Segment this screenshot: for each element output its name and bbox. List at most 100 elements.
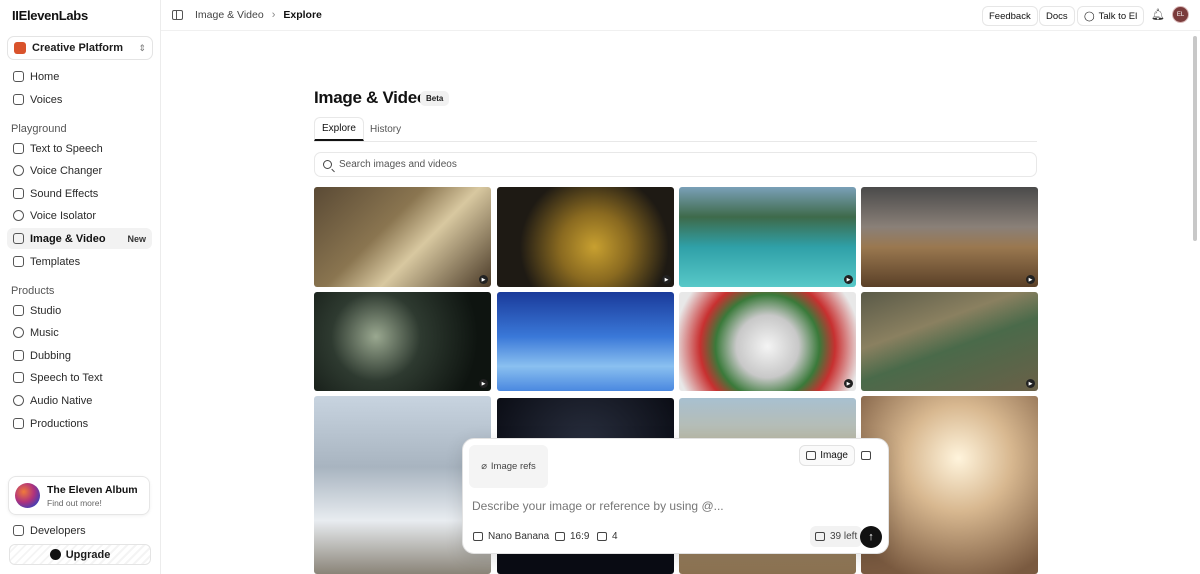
output-count-select[interactable]: 4: [597, 531, 618, 542]
new-badge: New: [127, 233, 146, 244]
sidebar-item-label: Voice Changer: [30, 164, 103, 177]
sidebar-item-speech-to-text[interactable]: Speech to Text: [7, 367, 152, 388]
image-refs-label: Image refs: [490, 461, 536, 472]
video-icon: [861, 451, 871, 460]
voice-isolator-icon: [13, 210, 24, 221]
upgrade-button[interactable]: Upgrade: [9, 544, 151, 565]
sidebar-item-developers[interactable]: Developers: [7, 520, 152, 541]
video-play-icon: ▶: [479, 275, 488, 284]
sidebar-item-audio-native[interactable]: Audio Native: [7, 390, 152, 411]
credits-badge: 39 left: [810, 526, 863, 547]
gallery-tile-book-magnifier[interactable]: ▶: [314, 187, 491, 287]
sidebar-item-music[interactable]: Music: [7, 322, 152, 343]
search-input[interactable]: [339, 159, 939, 170]
aspect-ratio-select[interactable]: 16:9: [555, 531, 589, 542]
music-icon: [13, 327, 24, 338]
sidebar-item-label: Audio Native: [30, 394, 93, 407]
sidebar-item-label: Studio: [30, 304, 62, 317]
studio-icon: [13, 305, 24, 316]
sidebar-toggle-icon[interactable]: [172, 10, 183, 20]
sidebar-item-home[interactable]: Home: [7, 66, 152, 87]
sidebar-item-dubbing[interactable]: Dubbing: [7, 345, 152, 366]
sidebar-item-label: Sound Effects: [30, 187, 99, 200]
text-to-speech-icon: [13, 143, 24, 154]
notification-bell-icon[interactable]: 🔔︎: [1151, 8, 1165, 21]
model-icon: [473, 532, 483, 541]
section-label-playground: Playground: [11, 123, 67, 135]
sidebar-item-label: Productions: [30, 417, 89, 430]
gallery-tile-pineapple-knife[interactable]: ▶: [497, 187, 674, 287]
gallery-tile-pyramid-army[interactable]: ▶: [861, 187, 1038, 287]
video-play-icon: ▶: [479, 379, 488, 388]
mode-image-button[interactable]: Image: [799, 445, 855, 466]
sidebar-item-studio[interactable]: Studio: [7, 300, 152, 321]
tab-explore[interactable]: Explore: [314, 117, 364, 141]
sidebar-item-label: Image & Video: [30, 232, 106, 245]
image-refs-button[interactable]: ⌀ Image refs: [469, 445, 548, 488]
sidebar-item-sound-effects[interactable]: Sound Effects: [7, 183, 152, 204]
talk-to-el-label: Talk to El: [1098, 10, 1138, 22]
speech-to-text-icon: [13, 372, 24, 383]
prompt-composer: ⌀ Image refs Image Nano Banana 16:9 4 39…: [462, 438, 889, 554]
sidebar-item-productions[interactable]: Productions: [7, 413, 152, 434]
paperclip-icon: ⌀: [481, 461, 487, 472]
dubbing-icon: [13, 350, 24, 361]
section-label-products: Products: [11, 285, 55, 297]
tab-history[interactable]: History: [363, 117, 408, 141]
sidebar-item-voice-isolator[interactable]: Voice Isolator: [7, 205, 152, 226]
gallery-tile-mexican-sneakers[interactable]: ▶: [679, 292, 856, 391]
search-bar[interactable]: [314, 152, 1037, 177]
tab-bar: Explore History: [314, 116, 1037, 142]
gallery-tile-river-valley[interactable]: ▶: [861, 292, 1038, 391]
video-play-icon: ▶: [844, 275, 853, 284]
developers-icon: [13, 525, 24, 536]
sidebar-item-label: Voices: [30, 93, 63, 106]
avatar[interactable]: EL: [1172, 6, 1189, 23]
gallery-tile-cloud-sky[interactable]: [497, 292, 674, 391]
aspect-ratio-label: 16:9: [570, 531, 590, 542]
sidebar-item-label: Speech to Text: [30, 371, 103, 384]
video-play-icon: ▶: [844, 379, 853, 388]
sidebar-item-label: Voice Isolator: [30, 209, 97, 222]
elevenlabs-logo[interactable]: IIElevenLabs: [12, 8, 88, 23]
album-title: The Eleven Album: [47, 483, 138, 496]
topbar: Image & Video › Explore Feedback Docs ◯ …: [161, 0, 1200, 31]
workspace-select[interactable]: Creative Platform ⇕: [7, 36, 153, 60]
upgrade-label: Upgrade: [65, 548, 111, 561]
breadcrumb-item[interactable]: Image & Video: [195, 9, 264, 21]
sidebar-item-text-to-speech[interactable]: Text to Speech: [7, 138, 152, 159]
sidebar-item-label: Templates: [30, 255, 81, 268]
breadcrumb-current: Explore: [283, 9, 322, 21]
gallery-tile-night-forest-drone[interactable]: ▶: [314, 292, 491, 391]
voice-changer-icon: [13, 165, 24, 176]
workspace-label: Creative Platform: [32, 42, 124, 54]
productions-icon: [13, 418, 24, 429]
chevron-updown-icon: ⇕: [138, 42, 146, 53]
sidebar-item-voice-changer[interactable]: Voice Changer: [7, 160, 152, 181]
album-promo-card[interactable]: The Eleven Album Find out more!: [8, 476, 150, 515]
mode-video-button[interactable]: [855, 445, 881, 466]
album-art: [15, 483, 40, 508]
gallery-tile-tropical-islands[interactable]: ▶: [679, 187, 856, 287]
feedback-button[interactable]: Feedback: [982, 6, 1038, 26]
sidebar-item-image-video[interactable]: Image & Video New: [7, 228, 152, 249]
image-video-icon: [13, 233, 24, 244]
send-button[interactable]: ↑: [860, 526, 882, 548]
model-select[interactable]: Nano Banana: [473, 531, 549, 542]
sidebar-item-templates[interactable]: Templates: [7, 251, 152, 272]
sidebar-item-label: Text to Speech: [30, 142, 103, 155]
scrollbar[interactable]: [1193, 36, 1197, 241]
album-subtitle: Find out more!: [47, 497, 102, 508]
sound-effects-icon: [13, 188, 24, 199]
sidebar-item-label: Home: [30, 70, 60, 83]
sidebar: IIElevenLabs Creative Platform ⇕ Home Vo…: [0, 0, 161, 574]
model-label: Nano Banana: [488, 531, 550, 542]
docs-button[interactable]: Docs: [1039, 6, 1075, 26]
talk-to-el-button[interactable]: ◯ Talk to El: [1077, 6, 1145, 26]
output-count-label: 4: [612, 531, 618, 542]
mode-image-label: Image: [820, 450, 848, 461]
sidebar-item-voices[interactable]: Voices: [7, 89, 152, 110]
beta-badge: Beta: [420, 91, 450, 106]
video-play-icon: ▶: [1026, 275, 1035, 284]
prompt-input[interactable]: [472, 499, 872, 513]
